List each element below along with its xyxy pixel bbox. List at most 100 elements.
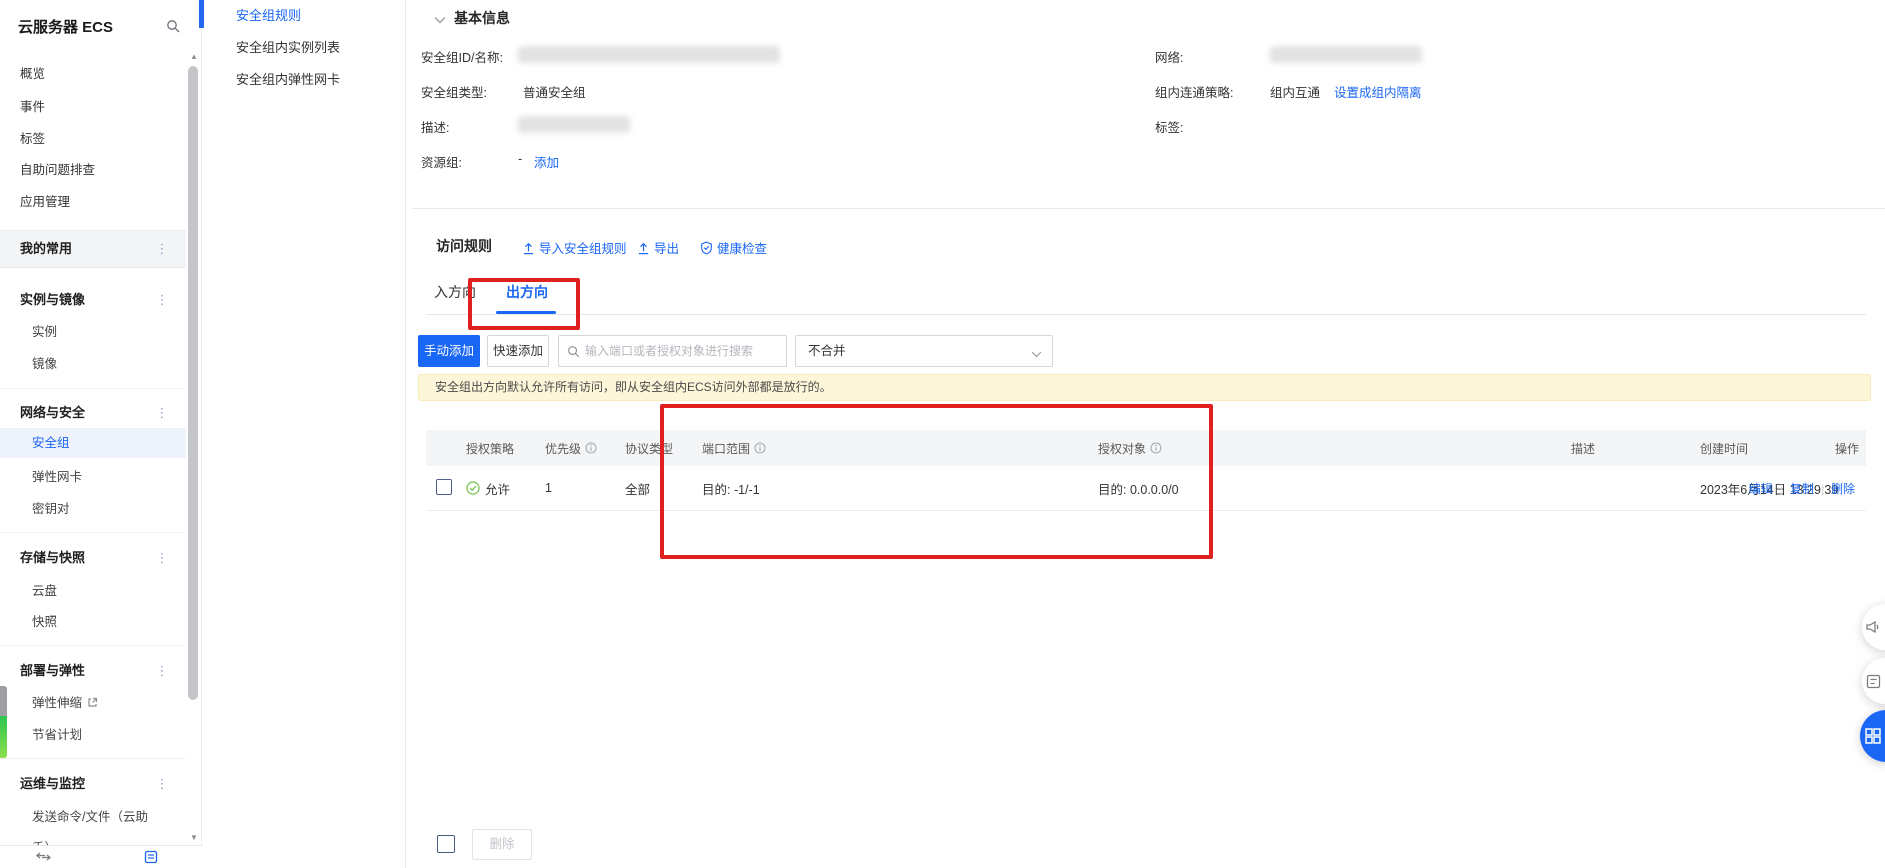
- sidebar-scrollbar[interactable]: [188, 66, 198, 700]
- sidebar-section-deploy-elastic[interactable]: 部署与弹性: [20, 661, 85, 681]
- import-rules-label: 导入安全组规则: [539, 242, 627, 256]
- sidebar-section-storage-snapshot[interactable]: 存储与快照: [20, 548, 85, 568]
- row-actions: 编辑| 复制| 删除: [1742, 466, 1862, 511]
- field-label-resource-group: 资源组:: [421, 152, 462, 171]
- upload-icon: [522, 242, 535, 255]
- sidebar-section-my-favorites[interactable]: 我的常用: [20, 239, 72, 259]
- row-policy-value: 允许: [485, 479, 510, 498]
- info-icon: [585, 442, 597, 454]
- sidebar-item-send-command[interactable]: 发送命令/文件（云助: [32, 807, 148, 827]
- subnav-item-instances-in-group[interactable]: 安全组内实例列表: [236, 38, 340, 58]
- sidebar-item-security-group[interactable]: 安全组: [32, 433, 70, 453]
- select-all-checkbox[interactable]: [437, 835, 455, 853]
- col-header-policy: 授权策略: [466, 440, 545, 457]
- batch-delete-button[interactable]: 删除: [472, 829, 532, 860]
- sidebar-section-ops-monitor[interactable]: 运维与监控: [20, 774, 85, 794]
- divider: [0, 758, 186, 759]
- kebab-menu-icon[interactable]: ⋮: [155, 548, 169, 568]
- row-checkbox[interactable]: [436, 479, 452, 495]
- col-header-port-range: 端口范围: [702, 440, 1098, 457]
- form-icon: [1865, 673, 1882, 690]
- tab-inbound[interactable]: 入方向: [434, 282, 476, 302]
- sidebar-section-instances-images[interactable]: 实例与镜像: [20, 290, 85, 310]
- col-header-actions: 操作: [1835, 440, 1866, 457]
- ecs-console-page: 云服务器 ECS 概览 事件 标签 自助问题排查 应用管理 我的常用 ⋮ 实例与…: [0, 0, 1885, 868]
- col-header-protocol: 协议类型: [625, 440, 702, 457]
- sidebar-item-auto-scaling[interactable]: 弹性伸缩: [32, 693, 98, 713]
- sidebar-item-images[interactable]: 镜像: [32, 354, 57, 374]
- app-title: 云服务器 ECS: [18, 16, 113, 37]
- redacted-sg-id-name: [518, 46, 780, 63]
- col-header-description: 描述: [1571, 440, 1700, 457]
- chevron-down-icon: [1031, 339, 1042, 369]
- col-header-auth-object: 授权对象: [1098, 440, 1571, 457]
- redacted-network: [1270, 46, 1422, 63]
- sidebar-section-network-security[interactable]: 网络与安全: [20, 403, 85, 423]
- export-link[interactable]: 导出: [637, 238, 679, 257]
- col-header-created-at: 创建时间: [1700, 440, 1835, 457]
- access-rules-title: 访问规则: [436, 236, 492, 256]
- sidebar-item-app-management[interactable]: 应用管理: [20, 192, 70, 212]
- kebab-menu-icon[interactable]: ⋮: [155, 290, 169, 310]
- section-divider: [412, 208, 1885, 209]
- sidebar-item-tags[interactable]: 标签: [20, 129, 45, 149]
- side-widget-gray: [0, 686, 7, 716]
- scroll-up-arrow[interactable]: ▲: [188, 52, 200, 61]
- kebab-menu-icon[interactable]: ⋮: [155, 403, 169, 423]
- sidebar-item-events[interactable]: 事件: [20, 97, 45, 117]
- import-rules-link[interactable]: 导入安全组规则: [522, 238, 627, 257]
- sidebar-item-self-troubleshoot[interactable]: 自助问题排查: [20, 160, 95, 180]
- doc-list-icon[interactable]: [144, 850, 158, 868]
- sidebar-item-instances[interactable]: 实例: [32, 322, 57, 342]
- kebab-menu-icon[interactable]: ⋮: [155, 661, 169, 681]
- primary-sidebar: 云服务器 ECS 概览 事件 标签 自助问题排查 应用管理 我的常用 ⋮ 实例与…: [0, 0, 202, 868]
- external-link-icon: [87, 694, 98, 714]
- tab-outbound[interactable]: 出方向: [506, 282, 548, 302]
- edit-rule-link[interactable]: 编辑: [1742, 480, 1780, 497]
- collapse-arrows-icon[interactable]: [36, 850, 51, 868]
- megaphone-icon: [1864, 618, 1882, 636]
- subnav-item-enis-in-group[interactable]: 安全组内弹性网卡: [236, 70, 340, 90]
- sidebar-item-disks[interactable]: 云盘: [32, 581, 57, 601]
- chevron-down-icon[interactable]: [434, 11, 446, 29]
- field-label-intra-policy: 组内连通策略:: [1155, 82, 1233, 101]
- auto-scaling-label: 弹性伸缩: [32, 696, 82, 710]
- set-isolation-link[interactable]: 设置成组内隔离: [1334, 82, 1422, 101]
- quick-add-button[interactable]: 快速添加: [487, 335, 549, 367]
- col-header-auth-object-label: 授权对象: [1098, 440, 1146, 457]
- add-resource-group-link[interactable]: 添加: [534, 152, 559, 171]
- basic-info-title: 基本信息: [454, 8, 510, 28]
- health-check-link[interactable]: 健康检查: [700, 238, 767, 257]
- manual-add-button[interactable]: 手动添加: [418, 335, 480, 367]
- shield-check-icon: [700, 241, 713, 255]
- col-header-port-range-label: 端口范围: [702, 440, 750, 457]
- sidebar-search-icon[interactable]: [166, 19, 180, 38]
- sidebar-item-savings-plan[interactable]: 节省计划: [32, 725, 82, 745]
- sidebar-item-eni[interactable]: 弹性网卡: [32, 467, 82, 487]
- scroll-down-arrow[interactable]: ▼: [188, 833, 200, 842]
- col-header-priority-label: 优先级: [545, 440, 581, 457]
- rule-table-row: 允许 1 全部 目的: -1/-1 目的: 0.0.0.0/0 2023年6月1…: [426, 466, 1866, 511]
- sidebar-item-keypair[interactable]: 密钥对: [32, 499, 70, 519]
- kebab-menu-icon[interactable]: ⋮: [155, 239, 169, 259]
- subnav-item-security-group-rules[interactable]: 安全组规则: [236, 6, 301, 26]
- delete-rule-link[interactable]: 删除: [1824, 480, 1862, 497]
- active-subnav-indicator: [199, 0, 204, 28]
- redacted-description: [518, 116, 630, 133]
- col-header-policy-label: 授权策略: [466, 440, 514, 457]
- info-icon: [1150, 442, 1162, 454]
- rules-table-header: 授权策略 优先级 协议类型 端口范围 授权对象 描述 创建时间 操作: [426, 430, 1866, 466]
- row-checkbox-cell: [426, 479, 466, 498]
- side-widget-green[interactable]: [0, 716, 7, 758]
- field-value-resource-group: -: [518, 152, 522, 166]
- search-icon: [567, 345, 580, 363]
- merge-select[interactable]: 不合并: [795, 335, 1053, 367]
- field-label-description: 描述:: [421, 117, 449, 136]
- clone-rule-link[interactable]: 复制: [1783, 480, 1821, 497]
- rule-search-input[interactable]: [585, 336, 782, 366]
- sidebar-item-overview[interactable]: 概览: [20, 64, 45, 84]
- merge-select-value: 不合并: [808, 344, 846, 358]
- sidebar-item-snapshots[interactable]: 快照: [32, 612, 57, 632]
- kebab-menu-icon[interactable]: ⋮: [155, 774, 169, 794]
- allow-check-icon: [466, 481, 480, 495]
